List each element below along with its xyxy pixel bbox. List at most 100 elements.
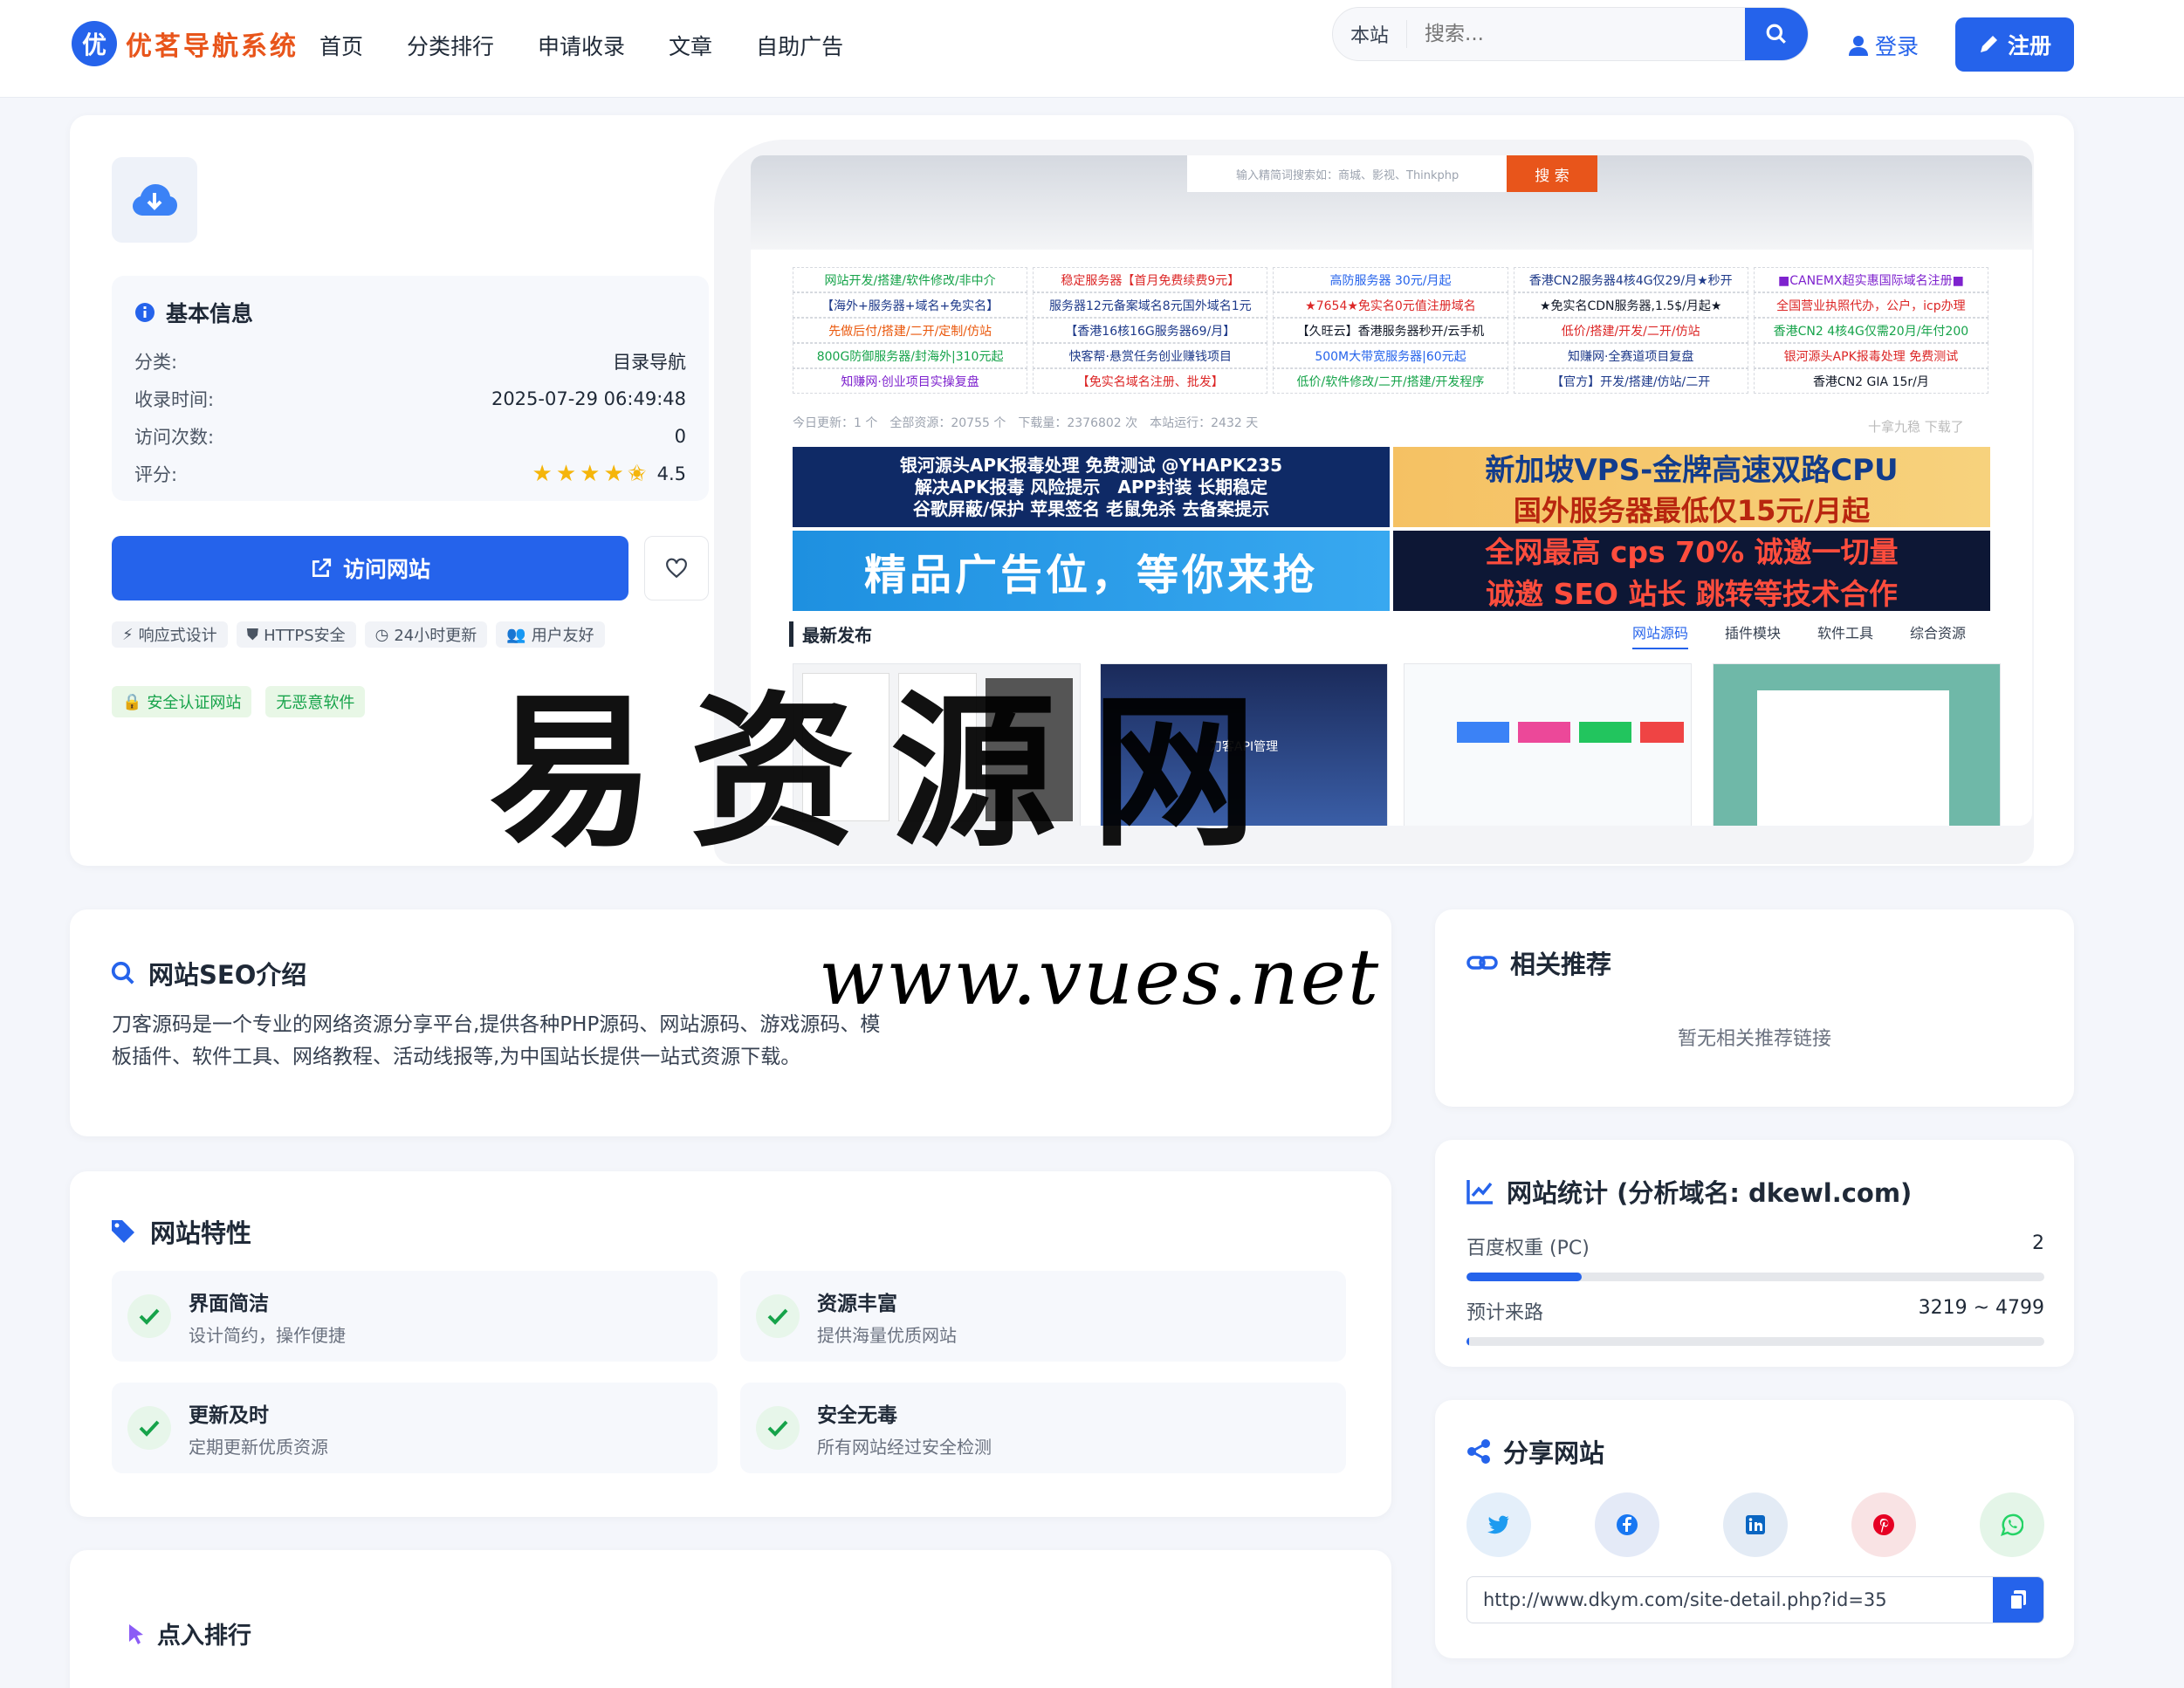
- related-title: 相关推荐: [1466, 944, 1611, 981]
- preview-new-title: 最新发布: [789, 621, 872, 647]
- visit-site-button[interactable]: 访问网站: [112, 536, 628, 600]
- preview-search-button: 搜 索: [1507, 155, 1597, 192]
- preview-link-item: 低价/搭建/开发/二开/仿站: [1513, 318, 1748, 343]
- copy-button[interactable]: [1993, 1577, 2043, 1623]
- nav-articles[interactable]: 文章: [669, 30, 712, 61]
- seo-description: 刀客源码是一个专业的网络资源分享平台,提供各种PHP源码、网站源码、游戏源码、模…: [112, 1013, 881, 1068]
- tag-24h: ◷ 24小时更新: [364, 621, 488, 648]
- features-title: 网站特性: [110, 1213, 251, 1250]
- star-icon: ★: [532, 460, 553, 487]
- preview-thumb-4: [1713, 663, 2001, 826]
- stat-baidu: 百度权重 (PC) 2: [1466, 1232, 2044, 1281]
- whatsapp-icon[interactable]: [1980, 1492, 2044, 1557]
- favorite-button[interactable]: [644, 536, 709, 600]
- facebook-icon[interactable]: [1595, 1492, 1659, 1557]
- rating-value: 4.5: [656, 463, 686, 484]
- watermark-url: www.vues.net: [819, 932, 1381, 1022]
- login-label: 登录: [1875, 34, 1920, 59]
- search-icon: [111, 961, 134, 985]
- tag-user-friendly: 👥 用户友好: [496, 621, 605, 648]
- feature-item: 更新及时 定期更新优质资源: [112, 1383, 718, 1473]
- preview-link-item: ■CANEMX超实惠国际域名注册■: [1753, 267, 1988, 292]
- preview-link-item: 快客帮·悬赏任务创业赚钱项目: [1033, 343, 1268, 368]
- main-nav: 首页 分类排行 申请收录 文章 自助广告: [319, 30, 843, 61]
- cloud-download-icon: [133, 184, 177, 216]
- tag-responsive: ⚡ 响应式设计: [112, 621, 228, 648]
- preview-link-item: 【香港16核16G服务器69/月】: [1033, 318, 1268, 343]
- preview-link-item: 【久旺云】香港服务器秒开/云手机: [1273, 318, 1508, 343]
- bolt-icon: ⚡: [122, 625, 134, 644]
- badge-no-malware: 无恶意软件: [265, 686, 366, 717]
- register-button[interactable]: 注册: [1955, 17, 2074, 72]
- info-row-visits: 访问次数: 0: [134, 425, 686, 448]
- search-input[interactable]: [1407, 23, 1745, 45]
- heart-icon: [666, 558, 687, 579]
- info-row-category: 分类: 目录导航: [134, 351, 686, 373]
- preview-stat-right: 十拿九稳 下载了: [1868, 419, 1964, 435]
- top-header: 优 优茗导航系统 首页 分类排行 申请收录 文章 自助广告 本站 登录 注册: [0, 0, 2184, 98]
- basic-info-title: 基本信息: [134, 297, 686, 328]
- cursor-icon: [129, 1623, 143, 1644]
- nav-home[interactable]: 首页: [319, 30, 363, 61]
- preview-link-item: 【海外+服务器+域名+免实名】: [793, 292, 1028, 318]
- share-url-input[interactable]: [1467, 1589, 1993, 1610]
- badge-verified: 🔒 安全认证网站: [112, 686, 252, 717]
- pinterest-icon[interactable]: [1851, 1492, 1916, 1557]
- preview-link-item: 800G防御服务器/封海外|310元起: [793, 343, 1028, 368]
- baidu-progress: [1466, 1273, 2044, 1281]
- search-button[interactable]: [1745, 8, 1808, 60]
- tags-icon: [112, 1220, 134, 1243]
- site-icon-box: [112, 157, 197, 243]
- twitter-icon[interactable]: [1466, 1492, 1531, 1557]
- stats-title: 网站统计 (分析域名: dkewl.com): [1466, 1173, 1912, 1210]
- users-icon: 👥: [506, 625, 526, 644]
- seo-title: 网站SEO介绍: [110, 955, 306, 992]
- preview-link-item: 香港CN2 GIA 15r/月: [1753, 368, 1988, 394]
- preview-stat-line: 今日更新：1 个 全部资源：20755 个 下载量：2376802 次 本站运行…: [793, 416, 1259, 430]
- nav-category-rank[interactable]: 分类排行: [407, 30, 494, 61]
- preview-link-item: 知赚网·创业项目实操复盘: [793, 368, 1028, 394]
- share-icon: [1467, 1439, 1490, 1464]
- preview-ad-vps: 新加坡VPS-金牌高速双路CPU 国外服务器最低仅15元/月起: [1393, 447, 1990, 527]
- search-icon: [1766, 24, 1786, 44]
- preview-thumb-3: [1404, 663, 1692, 826]
- security-badges: 🔒 安全认证网站 无恶意软件: [112, 686, 366, 717]
- nav-self-ads[interactable]: 自助广告: [756, 30, 843, 61]
- share-title: 分享网站: [1466, 1433, 1604, 1470]
- preview-link-item: 低价/软件修改/二开/搭建/开发程序: [1273, 368, 1508, 394]
- preview-link-item: 银河源头APK报毒处理 免费测试: [1753, 343, 1988, 368]
- preview-link-item: 香港CN2 4核4G仅需20月/年付200: [1753, 318, 1988, 343]
- nav-apply[interactable]: 申请收录: [538, 30, 625, 61]
- preview-link-item: 稳定服务器【首月免费续费9元】: [1033, 267, 1268, 292]
- preview-link-item: 全国营业执照代办，公户，icp办理: [1753, 292, 1988, 318]
- star-half-icon: ✬: [627, 460, 647, 487]
- info-row-added-time: 收录时间: 2025-07-29 06:49:48: [134, 388, 686, 410]
- preview-ad-cps: 全网最高 cps 70% 诚邀一切量 诚邀 SEO 站长 跳转等技术合作: [1393, 531, 1990, 611]
- info-icon: [135, 303, 155, 322]
- chart-line-icon: [1466, 1180, 1493, 1204]
- check-icon: [756, 1294, 800, 1338]
- user-icon: [1849, 36, 1868, 56]
- share-url-box: [1466, 1576, 2044, 1623]
- star-icon: ★: [555, 460, 577, 487]
- stats-card: 网站统计 (分析域名: dkewl.com) 百度权重 (PC) 2 预计来路 32…: [1435, 1140, 2074, 1367]
- linkedin-icon[interactable]: [1723, 1492, 1788, 1557]
- search-scope[interactable]: 本站: [1333, 20, 1408, 48]
- preview-link-item: 香港CN2服务器4核4G仅29/月★秒开: [1513, 267, 1748, 292]
- preview-ad-apk: 银河源头APK报毒处理 免费测试 @YHAPK235 解决APK报毒 风险提示 …: [793, 447, 1390, 527]
- preview-link-item: 知赚网·全赛道项目复盘: [1513, 343, 1748, 368]
- login-link[interactable]: 登录: [1849, 30, 1919, 61]
- tag-https: ⛊ HTTPS安全: [236, 621, 356, 648]
- clock-icon: ◷: [374, 625, 389, 644]
- register-label: 注册: [2007, 33, 2051, 58]
- copy-icon: [2009, 1590, 2026, 1610]
- rating-stars: ★ ★ ★ ★ ✬ 4.5: [532, 461, 686, 487]
- logo-badge: 优: [72, 21, 117, 66]
- site-logo[interactable]: 优 优茗导航系统: [72, 21, 299, 66]
- preview-link-grid: 网站开发/搭建/软件修改/非中介 稳定服务器【首月免费续费9元】 高防服务器 30元…: [793, 267, 1988, 394]
- preview-link-item: 先做后付/搭建/二开/定制/仿站: [793, 318, 1028, 343]
- share-buttons: [1466, 1492, 2044, 1557]
- search-bar: 本站: [1332, 7, 1809, 61]
- preview-link-item: 500M大带宽服务器|60元起: [1273, 343, 1508, 368]
- feature-item: 资源丰富 提供海量优质网站: [740, 1271, 1346, 1362]
